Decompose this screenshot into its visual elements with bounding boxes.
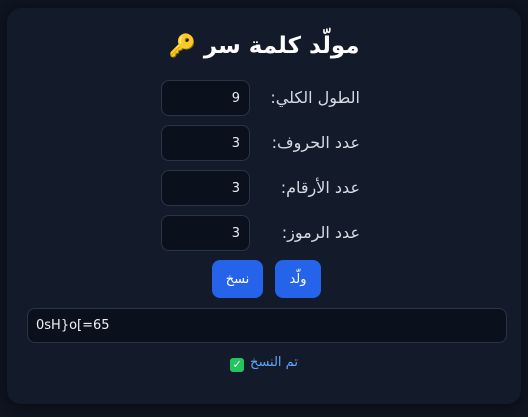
generator-card <box>7 8 521 404</box>
page-title: مولّد كلمة سر 🔑 <box>0 26 528 67</box>
letters-count-row: عدد الحروف: <box>0 125 528 161</box>
total-length-label: الطول الكلي: <box>270 88 360 107</box>
generate-button[interactable]: ولّد <box>275 260 321 298</box>
key-icon: 🔑 <box>168 33 196 59</box>
letters-count-label: عدد الحروف: <box>271 133 360 152</box>
symbols-count-input[interactable] <box>161 215 250 251</box>
symbols-count-row: عدد الرموز: <box>0 215 528 251</box>
total-length-input[interactable] <box>161 80 250 116</box>
digits-count-row: عدد الأرقام: <box>0 170 528 206</box>
copy-status: تم النسخ ✓ <box>0 352 528 374</box>
symbols-count-label: عدد الرموز: <box>281 223 360 242</box>
digits-count-input[interactable] <box>161 170 250 206</box>
status-text: تم النسخ <box>250 355 298 370</box>
copy-button[interactable]: نسخ <box>212 260 263 298</box>
title-text: مولّد كلمة سر <box>203 33 360 59</box>
digits-count-label: عدد الأرقام: <box>280 178 360 197</box>
check-icon: ✓ <box>230 358 245 372</box>
password-output[interactable] <box>27 308 507 343</box>
letters-count-input[interactable] <box>161 125 250 161</box>
total-length-row: الطول الكلي: <box>0 80 528 116</box>
